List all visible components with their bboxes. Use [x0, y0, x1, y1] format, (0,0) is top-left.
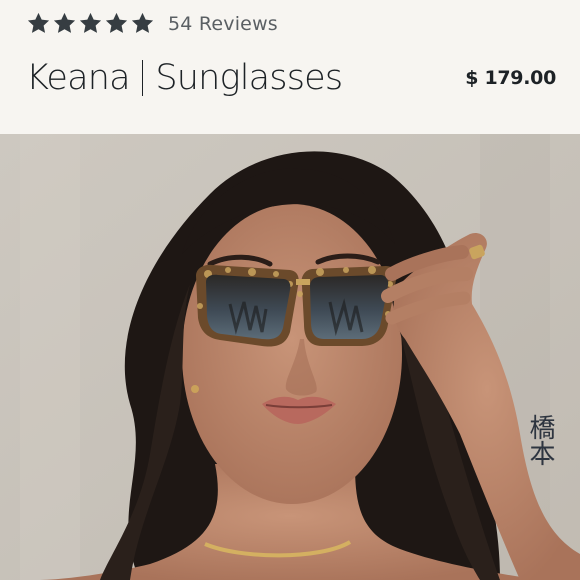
- star-icon: [105, 12, 128, 33]
- product-name: Keana: [26, 58, 131, 98]
- star-icon: [131, 12, 154, 33]
- model-wearing-sunglasses-image: 橋本: [0, 134, 580, 580]
- product-title: Keana Sunglasses: [26, 58, 343, 98]
- star-icon: [79, 12, 102, 33]
- product-type: Sunglasses: [155, 58, 343, 98]
- star-icon: [27, 12, 50, 33]
- star-icon: [53, 12, 76, 33]
- rating-summary[interactable]: 54 Reviews: [26, 11, 278, 36]
- product-price: $ 179.00: [465, 67, 556, 89]
- star-rating: [26, 11, 155, 36]
- tattoo-text: 橋本: [525, 414, 555, 466]
- reviews-link[interactable]: 54 Reviews: [168, 13, 278, 35]
- title-divider: [141, 60, 144, 96]
- product-header: 54 Reviews Keana Sunglasses $ 179.00: [0, 0, 580, 134]
- product-photo[interactable]: 橋本: [0, 134, 580, 580]
